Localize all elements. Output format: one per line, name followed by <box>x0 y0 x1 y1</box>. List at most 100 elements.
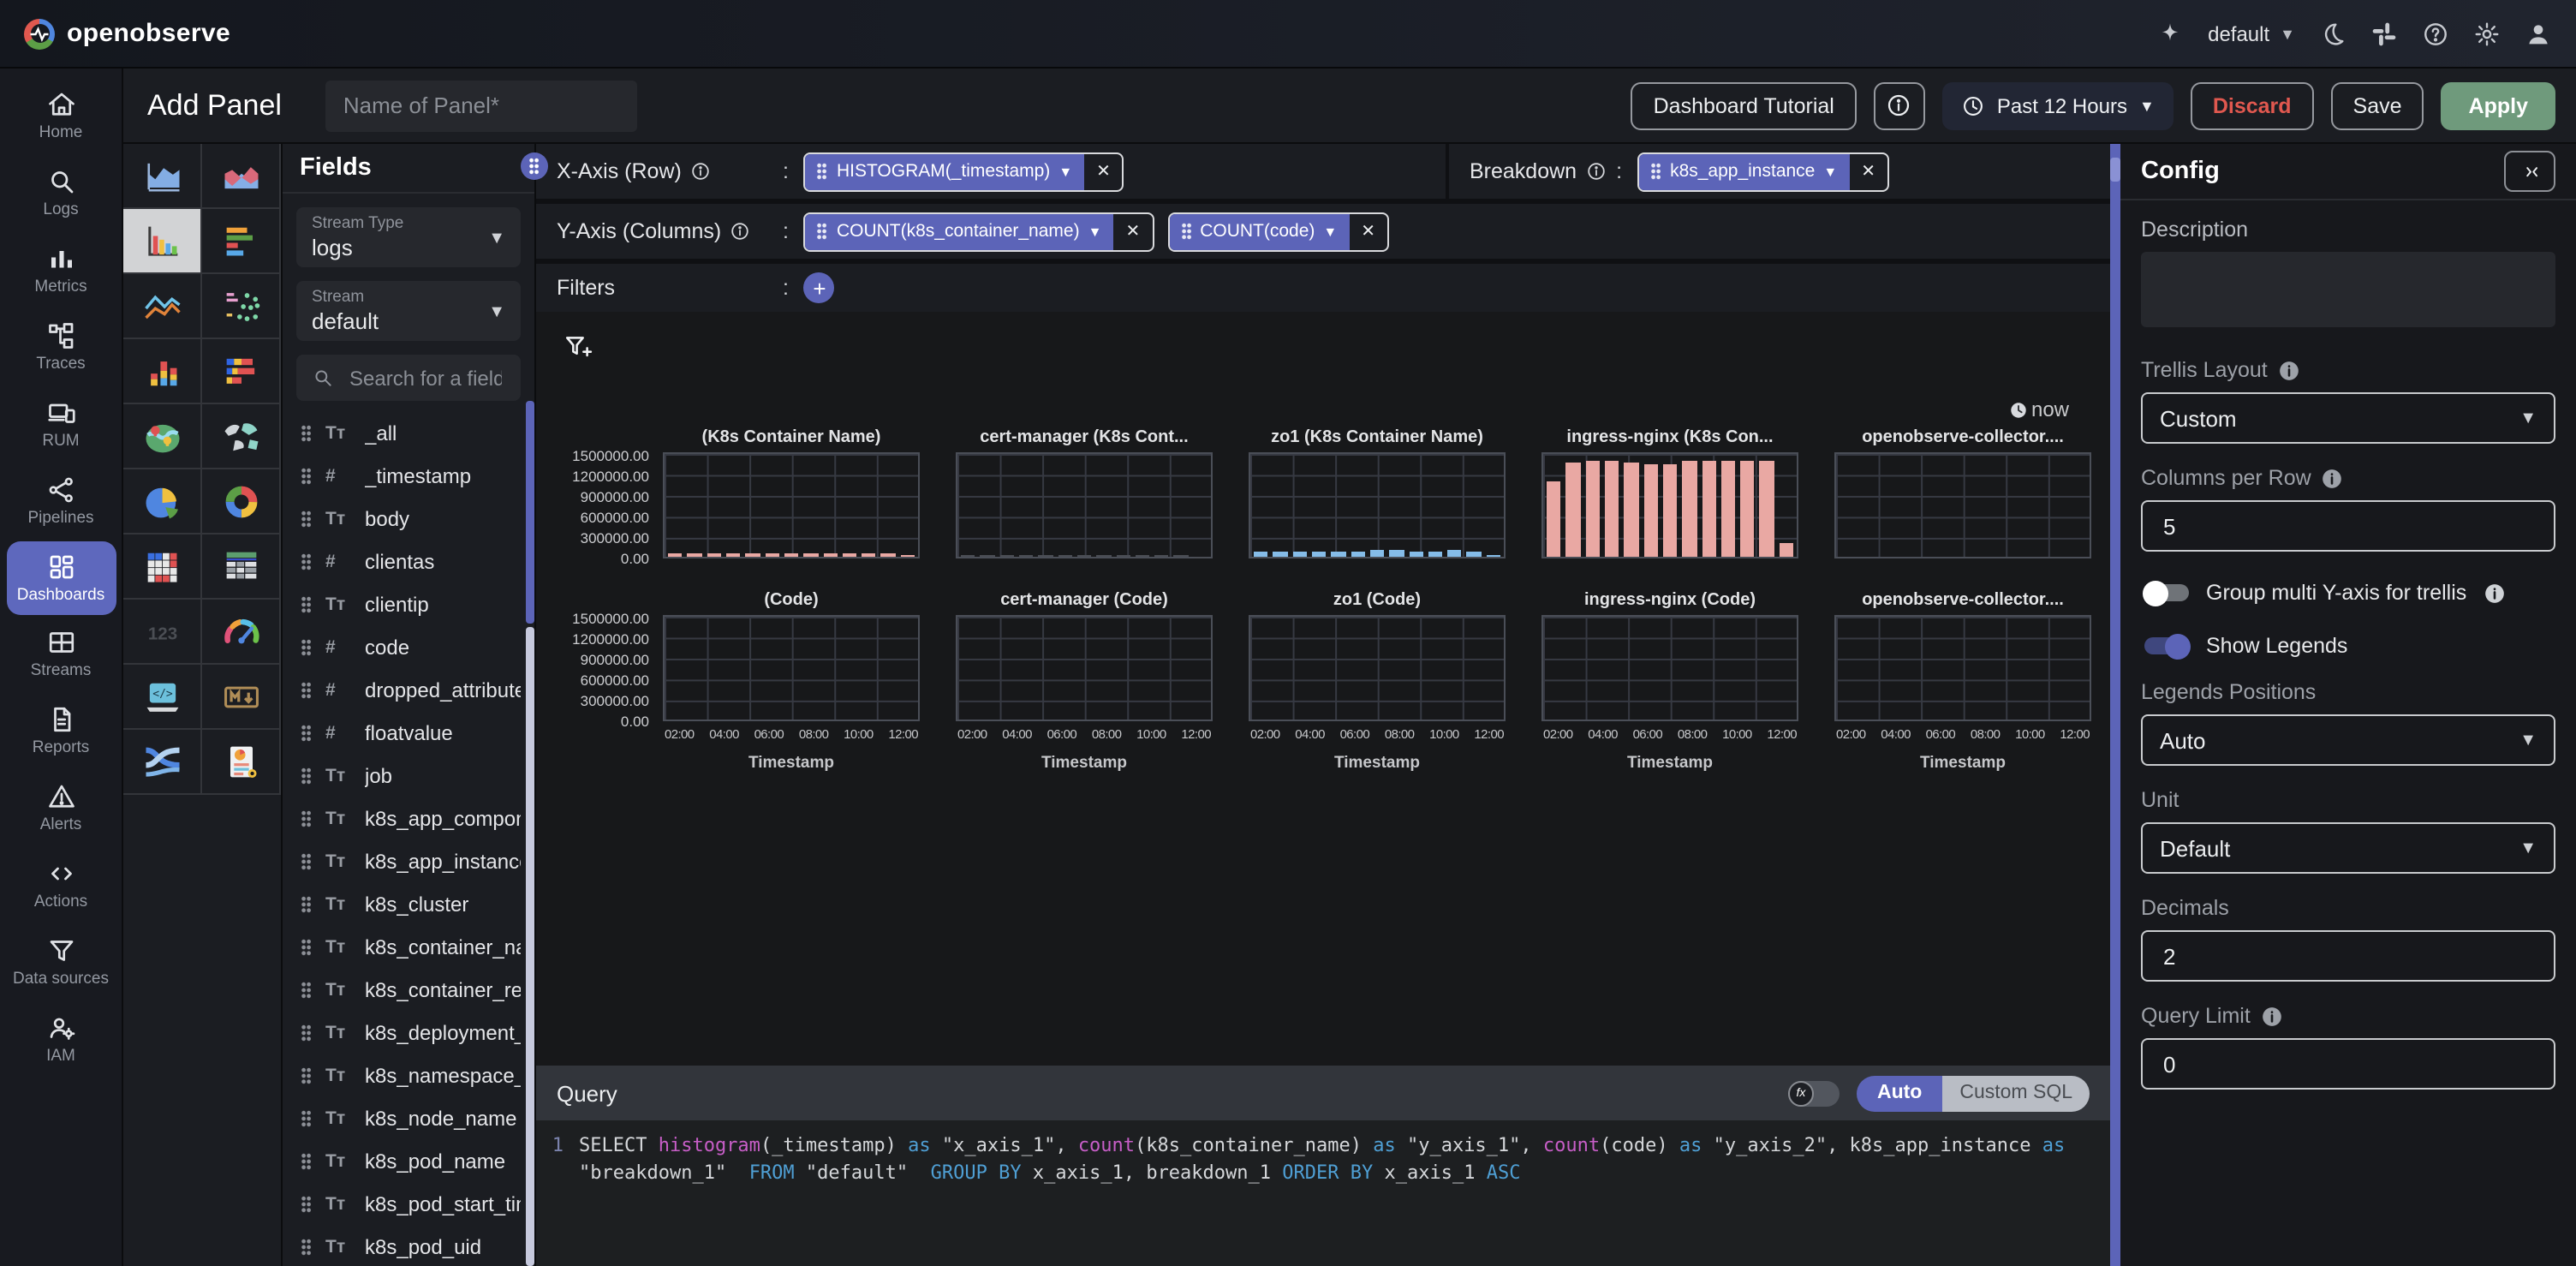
unit-select[interactable]: Default ▼ <box>2141 822 2555 874</box>
chart-type-geomap[interactable] <box>123 404 202 469</box>
field-item[interactable]: #floatvalue <box>296 711 521 754</box>
trellis-layout-select[interactable]: Custom ▼ <box>2141 392 2555 444</box>
field-item[interactable]: Tᴛk8s_pod_uid <box>296 1225 521 1266</box>
apply-button[interactable]: Apply <box>2442 81 2555 129</box>
drag-handle-icon[interactable] <box>301 424 312 441</box>
chevron-down-icon[interactable]: ▼ <box>1058 164 1072 179</box>
panel-splitter[interactable] <box>2110 144 2120 1266</box>
sidebar-item-streams[interactable]: Streams <box>6 618 116 693</box>
field-item[interactable]: #_timestamp <box>296 454 521 497</box>
drag-handle-icon[interactable] <box>301 1024 312 1041</box>
collapse-config-button[interactable] <box>2504 151 2555 192</box>
drag-handle-icon[interactable] <box>301 1195 312 1212</box>
axis-chip-body[interactable]: COUNT(k8s_container_name)▼ <box>806 213 1113 249</box>
auto-mode-button[interactable]: Auto <box>1857 1075 1942 1111</box>
drag-handle-icon[interactable] <box>301 767 312 784</box>
org-selector[interactable]: default ▼ <box>2208 21 2295 45</box>
slack-icon[interactable] <box>2370 20 2398 47</box>
query-limit-input[interactable] <box>2160 1049 2537 1078</box>
chart-type-h-stacked[interactable] <box>202 339 281 404</box>
chart-type-scatter[interactable] <box>202 274 281 339</box>
sidebar-item-alerts[interactable]: Alerts <box>6 772 116 847</box>
chart-type-metric[interactable]: 123 <box>123 600 202 665</box>
field-item[interactable]: Tᴛclientip <box>296 582 521 625</box>
axis-chip-body[interactable]: HISTOGRAM(_timestamp)▼ <box>806 153 1084 189</box>
sidebar-item-data-sources[interactable]: Data sources <box>6 925 116 1000</box>
dark-mode-toggle-icon[interactable] <box>2319 20 2346 47</box>
fields-scrollbar-thumb[interactable] <box>526 401 534 624</box>
sidebar-item-metrics[interactable]: Metrics <box>6 233 116 308</box>
drag-handle-icon[interactable] <box>301 981 312 998</box>
drag-handle-icon[interactable] <box>301 552 312 570</box>
drag-handle-icon[interactable] <box>301 852 312 869</box>
info-button[interactable] <box>1874 81 1925 129</box>
field-item[interactable]: Tᴛk8s_container_restart_count <box>296 968 521 1011</box>
chevron-down-icon[interactable]: ▼ <box>1823 164 1837 179</box>
time-range-selector[interactable]: Past 12 Hours ▼ <box>1942 81 2174 129</box>
chart-type-heatmap[interactable] <box>123 534 202 600</box>
sidebar-item-pipelines[interactable]: Pipelines <box>6 463 116 539</box>
chart-type-area-stacked[interactable] <box>202 144 281 209</box>
drag-handle-icon[interactable] <box>301 595 312 612</box>
drag-handle-icon[interactable] <box>301 681 312 698</box>
chevron-down-icon[interactable]: ▼ <box>1323 224 1337 239</box>
chart-type-markdown[interactable] <box>202 665 281 730</box>
drag-handle-icon[interactable] <box>301 1238 312 1255</box>
chart-type-h-bar[interactable] <box>202 209 281 274</box>
panel-drag-handle[interactable] <box>521 152 548 180</box>
openobserve-logo[interactable]: openobserve <box>24 18 230 49</box>
field-item[interactable]: Tᴛbody <box>296 497 521 540</box>
sidebar-item-reports[interactable]: Reports <box>6 695 116 770</box>
drag-handle-icon[interactable] <box>301 938 312 955</box>
columns-per-row-input[interactable] <box>2160 511 2537 540</box>
drag-handle-icon[interactable] <box>301 638 312 655</box>
drag-handle-icon[interactable] <box>818 223 828 240</box>
function-toggle[interactable]: fx <box>1788 1080 1840 1106</box>
dashboard-tutorial-button[interactable]: Dashboard Tutorial <box>1631 81 1857 129</box>
field-item[interactable]: #dropped_attributes_count <box>296 668 521 711</box>
chart-type-stacked[interactable] <box>123 339 202 404</box>
custom-sql-mode-button[interactable]: Custom SQL <box>1942 1075 2090 1111</box>
add-filter-funnel-icon[interactable] <box>564 332 593 361</box>
axis-chip-body[interactable]: COUNT(code)▼ <box>1169 213 1349 249</box>
drag-handle-icon[interactable] <box>1181 223 1191 240</box>
help-icon[interactable] <box>2422 20 2449 47</box>
drag-handle-icon[interactable] <box>301 809 312 827</box>
chart-type-donut[interactable] <box>202 469 281 534</box>
settings-gear-icon[interactable] <box>2473 20 2501 47</box>
chart-type-line[interactable] <box>123 274 202 339</box>
drag-handle-icon[interactable] <box>301 510 312 527</box>
description-textarea[interactable] <box>2141 252 2555 327</box>
discard-button[interactable]: Discard <box>2191 81 2314 129</box>
legends-positions-select[interactable]: Auto ▼ <box>2141 714 2555 766</box>
field-item[interactable]: Tᴛ_all <box>296 411 521 454</box>
field-item[interactable]: Tᴛk8s_node_name <box>296 1096 521 1139</box>
field-item[interactable]: #code <box>296 625 521 668</box>
panel-name-input[interactable] <box>326 80 638 131</box>
field-search-input[interactable] <box>346 364 505 391</box>
remove-chip-button[interactable]: ✕ <box>1349 213 1387 249</box>
splitter-handle[interactable] <box>2110 158 2120 182</box>
sidebar-item-home[interactable]: Home <box>6 79 116 154</box>
decimals-input[interactable] <box>2160 941 2537 970</box>
field-item[interactable]: #clientas <box>296 540 521 582</box>
remove-chip-button[interactable]: ✕ <box>1849 153 1887 189</box>
sql-editor[interactable]: 1SELECT histogram(_timestamp) as "x_axis… <box>536 1120 2110 1266</box>
fields-scrollbar-track[interactable] <box>526 627 534 1266</box>
remove-chip-button[interactable]: ✕ <box>1113 213 1152 249</box>
field-item[interactable]: Tᴛk8s_deployment_name <box>296 1011 521 1054</box>
show-legends-toggle[interactable] <box>2144 637 2189 654</box>
chart-type-sankey[interactable] <box>123 730 202 795</box>
remove-chip-button[interactable]: ✕ <box>1084 153 1123 189</box>
save-button[interactable]: Save <box>2331 81 2424 129</box>
field-item[interactable]: Tᴛk8s_app_instance <box>296 839 521 882</box>
sidebar-item-actions[interactable]: Actions <box>6 848 116 923</box>
drag-handle-icon[interactable] <box>301 724 312 741</box>
field-item[interactable]: Tᴛk8s_pod_name <box>296 1139 521 1182</box>
drag-handle-icon[interactable] <box>818 163 828 180</box>
user-avatar-icon[interactable] <box>2525 20 2552 47</box>
field-item[interactable]: Tᴛk8s_namespace_name <box>296 1054 521 1096</box>
sidebar-item-rum[interactable]: RUM <box>6 386 116 462</box>
drag-handle-icon[interactable] <box>1651 163 1661 180</box>
field-item[interactable]: Tᴛjob <box>296 754 521 797</box>
